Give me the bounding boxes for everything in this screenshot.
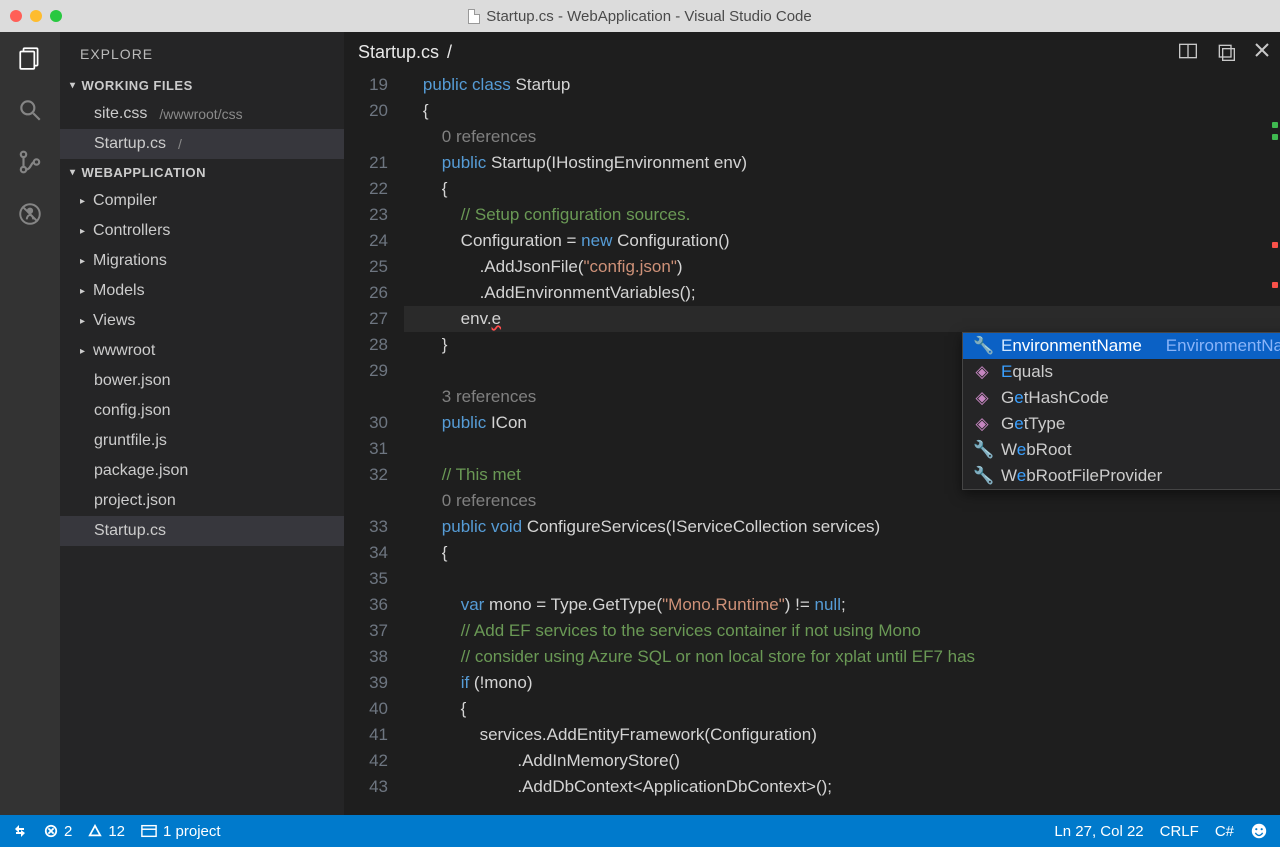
- status-errors[interactable]: 2: [44, 823, 72, 840]
- intellisense-item[interactable]: ◈GetType: [963, 411, 1280, 437]
- titlebar: Startup.cs - WebApplication - Visual Stu…: [0, 0, 1280, 32]
- folder-item[interactable]: ▸Views: [60, 306, 344, 336]
- file-item[interactable]: Startup.cs: [60, 516, 344, 546]
- search-icon[interactable]: [16, 96, 44, 124]
- status-cursor[interactable]: Ln 27, Col 22: [1054, 823, 1143, 840]
- status-bar: 2 12 1 project Ln 27, Col 22 CRLF C#: [0, 815, 1280, 847]
- folder-item[interactable]: ▸Migrations: [60, 246, 344, 276]
- debug-icon[interactable]: [16, 200, 44, 228]
- activity-bar: [0, 32, 60, 815]
- file-item[interactable]: bower.json: [60, 366, 344, 396]
- window-title: Startup.cs - WebApplication - Visual Stu…: [486, 8, 811, 25]
- status-eol[interactable]: CRLF: [1160, 823, 1199, 840]
- intellisense-item[interactable]: 🔧EnvironmentNameEnvironmentName: [963, 333, 1280, 359]
- split-editor-icon[interactable]: [1178, 42, 1198, 62]
- intellisense-item[interactable]: ◈Equals: [963, 359, 1280, 385]
- status-warnings[interactable]: 12: [88, 823, 125, 840]
- status-remote-icon[interactable]: [12, 823, 28, 839]
- sidebar-header: EXPLORE: [60, 32, 344, 72]
- file-item[interactable]: gruntfile.js: [60, 426, 344, 456]
- tab-bar: Startup.cs /: [344, 32, 1280, 72]
- close-editor-icon[interactable]: [1254, 42, 1270, 62]
- editor-tab[interactable]: Startup.cs: [358, 42, 439, 63]
- sidebar: EXPLORE ▾WORKING FILES site.css/wwwroot/…: [60, 32, 344, 815]
- working-file-item[interactable]: site.css/wwwroot/css: [60, 99, 344, 129]
- status-feedback-icon[interactable]: [1250, 822, 1268, 840]
- tab-dirty-indicator: /: [447, 42, 452, 63]
- minimize-window-button[interactable]: [30, 10, 42, 22]
- folder-item[interactable]: ▸Controllers: [60, 216, 344, 246]
- editor: Startup.cs / 1920 212223242526272829 303…: [344, 32, 1280, 815]
- working-file-item[interactable]: Startup.cs/: [60, 129, 344, 159]
- source-control-icon[interactable]: [16, 148, 44, 176]
- intellisense-item[interactable]: ◈GetHashCode: [963, 385, 1280, 411]
- file-item[interactable]: project.json: [60, 486, 344, 516]
- status-language[interactable]: C#: [1215, 823, 1234, 840]
- file-item[interactable]: package.json: [60, 456, 344, 486]
- intellisense-item[interactable]: 🔧WebRootFileProvider: [963, 463, 1280, 489]
- intellisense-item[interactable]: 🔧WebRoot: [963, 437, 1280, 463]
- file-item[interactable]: config.json: [60, 396, 344, 426]
- explorer-icon[interactable]: [16, 44, 44, 72]
- open-changes-icon[interactable]: [1216, 42, 1236, 62]
- maximize-window-button[interactable]: [50, 10, 62, 22]
- close-window-button[interactable]: [10, 10, 22, 22]
- project-header[interactable]: ▾WEBAPPLICATION: [60, 159, 344, 186]
- working-files-header[interactable]: ▾WORKING FILES: [60, 72, 344, 99]
- status-project[interactable]: 1 project: [141, 823, 221, 840]
- intellisense-popup[interactable]: 🔧EnvironmentNameEnvironmentName◈Equals◈G…: [962, 332, 1280, 490]
- folder-item[interactable]: ▸Models: [60, 276, 344, 306]
- folder-item[interactable]: ▸Compiler: [60, 186, 344, 216]
- file-icon: [468, 9, 480, 24]
- folder-item[interactable]: ▸wwwroot: [60, 336, 344, 366]
